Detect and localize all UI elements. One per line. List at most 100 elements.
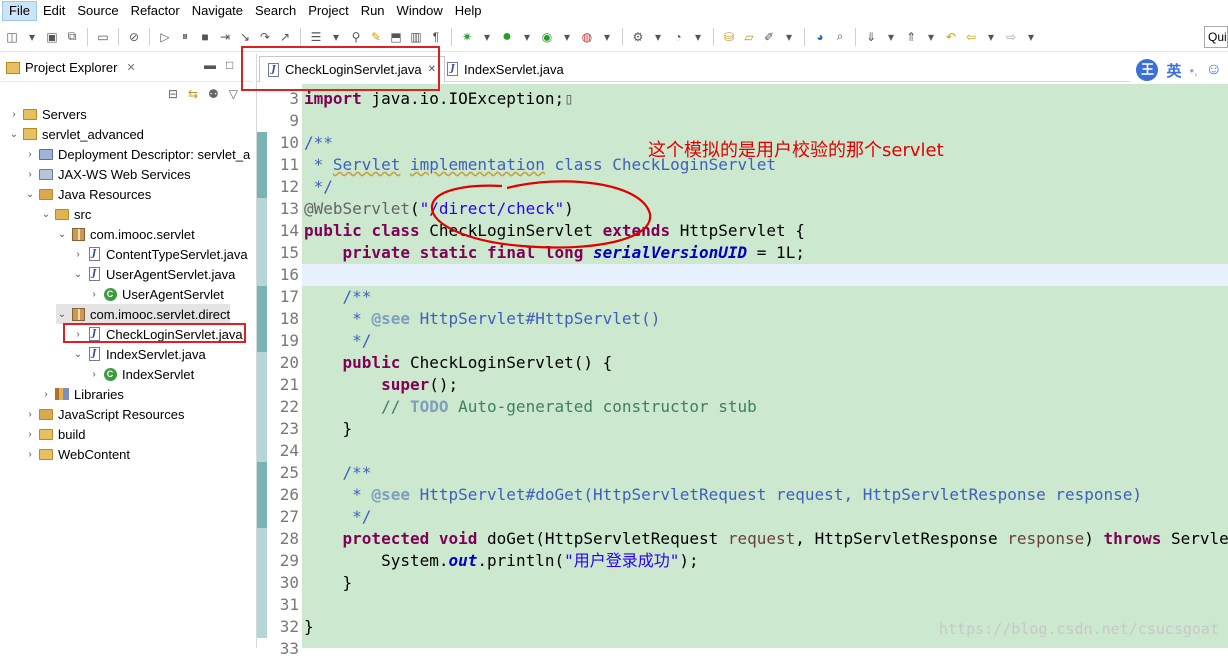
previous-annotation-icon[interactable]: ⇑ — [903, 29, 919, 45]
tree-item-libraries[interactable]: › Libraries — [40, 384, 124, 404]
link-with-editor-icon[interactable]: ⇆ — [188, 87, 198, 101]
collapsed-arrow-icon[interactable]: › — [24, 149, 36, 160]
run-icon[interactable]: ● — [499, 28, 515, 45]
expanded-arrow-icon[interactable]: ⌄ — [56, 229, 68, 240]
maximize-icon[interactable]: □ — [226, 58, 233, 72]
dropdown-arrow-icon[interactable]: ▾ — [559, 29, 575, 45]
step-return-icon[interactable]: ↗ — [277, 29, 293, 45]
dropdown-arrow-icon[interactable]: ▾ — [479, 29, 495, 45]
dropdown-arrow-icon[interactable]: ▾ — [650, 29, 666, 45]
globe-icon[interactable]: ◕ — [812, 29, 828, 45]
tab-checkloginservlet[interactable]: J CheckLoginServlet.java ✕ — [259, 56, 445, 82]
debug-icon[interactable]: ✷ — [459, 29, 475, 45]
expanded-arrow-icon[interactable]: ⌄ — [72, 349, 84, 360]
menu-window[interactable]: Window — [391, 1, 449, 21]
ime-punctuation-icon[interactable]: •, — [1189, 63, 1197, 78]
tree-item-build[interactable]: › build — [24, 424, 85, 444]
collapsed-arrow-icon[interactable]: › — [24, 429, 36, 440]
expanded-arrow-icon[interactable]: ⌄ — [24, 189, 36, 200]
project-explorer-tab[interactable]: Project Explorer ✕ — [6, 60, 136, 75]
tree-item-indexservlet[interactable]: › C IndexServlet — [88, 364, 194, 384]
menu-edit[interactable]: Edit — [37, 1, 71, 21]
last-edit-icon[interactable]: ↶ — [943, 29, 959, 45]
show-whitespace-icon[interactable]: ¶ — [428, 29, 444, 45]
collapsed-arrow-icon[interactable]: › — [24, 449, 36, 460]
expanded-arrow-icon[interactable]: ⌄ — [56, 309, 68, 320]
menu-project[interactable]: Project — [302, 1, 354, 21]
view-menu-icon[interactable]: ▽ — [229, 87, 238, 101]
menu-source[interactable]: Source — [71, 1, 124, 21]
dropdown-arrow-icon[interactable]: ▾ — [328, 29, 344, 45]
expanded-arrow-icon[interactable]: ⌄ — [72, 269, 84, 280]
open-project-icon[interactable]: ⛁ — [721, 29, 737, 45]
tree-item-servlet-advanced[interactable]: ⌄ servlet_advanced — [8, 124, 144, 144]
collapsed-arrow-icon[interactable]: › — [72, 329, 84, 340]
disconnect-icon[interactable]: ⇥ — [217, 29, 233, 45]
tree-item-jax-ws-web-services[interactable]: › JAX-WS Web Services — [24, 164, 190, 184]
collapsed-arrow-icon[interactable]: › — [24, 409, 36, 420]
tree-item-src[interactable]: ⌄ src — [40, 204, 92, 224]
tree-item-indexservlet-java[interactable]: ⌄ J IndexServlet.java — [72, 344, 206, 364]
collapsed-arrow-icon[interactable]: › — [40, 389, 52, 400]
ime-smiley-icon[interactable]: ☺ — [1206, 61, 1222, 79]
skip-breakpoints-icon[interactable]: ⊘ — [126, 29, 142, 45]
collapsed-arrow-icon[interactable]: › — [88, 369, 100, 380]
console-icon[interactable]: ▭ — [95, 29, 111, 45]
forward-icon[interactable]: ⇨ — [1003, 29, 1019, 45]
save-all-icon[interactable]: ⧉ — [64, 29, 80, 45]
tree-item-java-resources[interactable]: ⌄ Java Resources — [24, 184, 151, 204]
collapsed-arrow-icon[interactable]: › — [24, 169, 36, 180]
menu-help[interactable]: Help — [449, 1, 488, 21]
menu-run[interactable]: Run — [355, 1, 391, 21]
dropdown-arrow-icon[interactable]: ▾ — [599, 29, 615, 45]
tree-item-useragentservlet-java[interactable]: ⌄ J UserAgentServlet.java — [72, 264, 236, 284]
tree-item-checkloginservlet-java[interactable]: › J CheckLoginServlet.java — [72, 324, 242, 344]
ime-language[interactable]: 英 — [1166, 60, 1181, 81]
external-tools-icon[interactable]: ◍ — [579, 29, 595, 45]
dropdown-arrow-icon[interactable]: ▾ — [983, 29, 999, 45]
dropdown-arrow-icon[interactable]: ▾ — [923, 29, 939, 45]
step-into-icon[interactable]: ↘ — [237, 29, 253, 45]
close-icon[interactable]: ✕ — [126, 61, 135, 74]
back-icon[interactable]: ⇦ — [963, 29, 979, 45]
step-over-icon[interactable]: ↷ — [257, 29, 273, 45]
dropdown-arrow-icon[interactable]: ▾ — [24, 29, 40, 45]
expanded-arrow-icon[interactable]: ⌄ — [8, 129, 20, 140]
focus-icon[interactable]: ⚉ — [208, 87, 219, 101]
new-server-icon[interactable]: ⚙ — [630, 29, 646, 45]
resume-icon[interactable]: ▷ — [157, 29, 173, 45]
terminate-icon[interactable]: ■ — [197, 29, 213, 45]
tree-item-javascript-resources[interactable]: › JavaScript Resources — [24, 404, 184, 424]
tree-item-contenttypeservlet-java[interactable]: › J ContentTypeServlet.java — [72, 244, 247, 264]
save-icon[interactable]: ▣ — [44, 29, 60, 45]
search-icon[interactable]: ⌕ — [832, 29, 848, 45]
menu-search[interactable]: Search — [249, 1, 302, 21]
menu-navigate[interactable]: Navigate — [186, 1, 249, 21]
menu-refactor[interactable]: Refactor — [125, 1, 186, 21]
open-folder-icon[interactable]: ▱ — [741, 29, 757, 45]
new-icon[interactable]: ◫ — [4, 29, 20, 45]
tree-item-com-imooc-servlet[interactable]: ⌄ com.imooc.servlet — [56, 224, 195, 244]
menu-file[interactable]: File — [2, 1, 37, 21]
tab-indexservlet[interactable]: J IndexServlet.java — [439, 56, 572, 82]
tree-item-servers[interactable]: › Servers — [8, 104, 86, 124]
collapse-all-icon[interactable]: ⊟ — [168, 87, 178, 101]
quick-access-input[interactable]: Qui — [1204, 26, 1228, 48]
expanded-arrow-icon[interactable]: ⌄ — [40, 209, 52, 220]
mark-occurrences-icon[interactable]: ✎ — [368, 29, 384, 45]
pen-icon[interactable]: ✐ — [761, 29, 777, 45]
open-type-icon[interactable]: ⚲ — [348, 29, 364, 45]
dropdown-arrow-icon[interactable]: ▾ — [1023, 29, 1039, 45]
next-annotation-icon[interactable]: ⇓ — [863, 29, 879, 45]
task-list-icon[interactable]: ☰ — [308, 29, 324, 45]
dropdown-arrow-icon[interactable]: ▾ — [883, 29, 899, 45]
coverage-icon[interactable]: ◉ — [539, 29, 555, 45]
suspend-icon[interactable]: ⏸ — [177, 29, 193, 45]
block-selection-icon[interactable]: ▥ — [408, 29, 424, 45]
dropdown-arrow-icon[interactable]: ▾ — [519, 29, 535, 45]
close-icon[interactable]: ✕ — [428, 64, 436, 75]
code-editor[interactable]: } } System.out.println("用户登录成功"); protec… — [302, 84, 1228, 648]
collapsed-arrow-icon[interactable]: › — [8, 109, 20, 120]
dropdown-arrow-icon[interactable]: ▾ — [690, 29, 706, 45]
tree-item-useragentservlet[interactable]: › C UserAgentServlet — [88, 284, 224, 304]
